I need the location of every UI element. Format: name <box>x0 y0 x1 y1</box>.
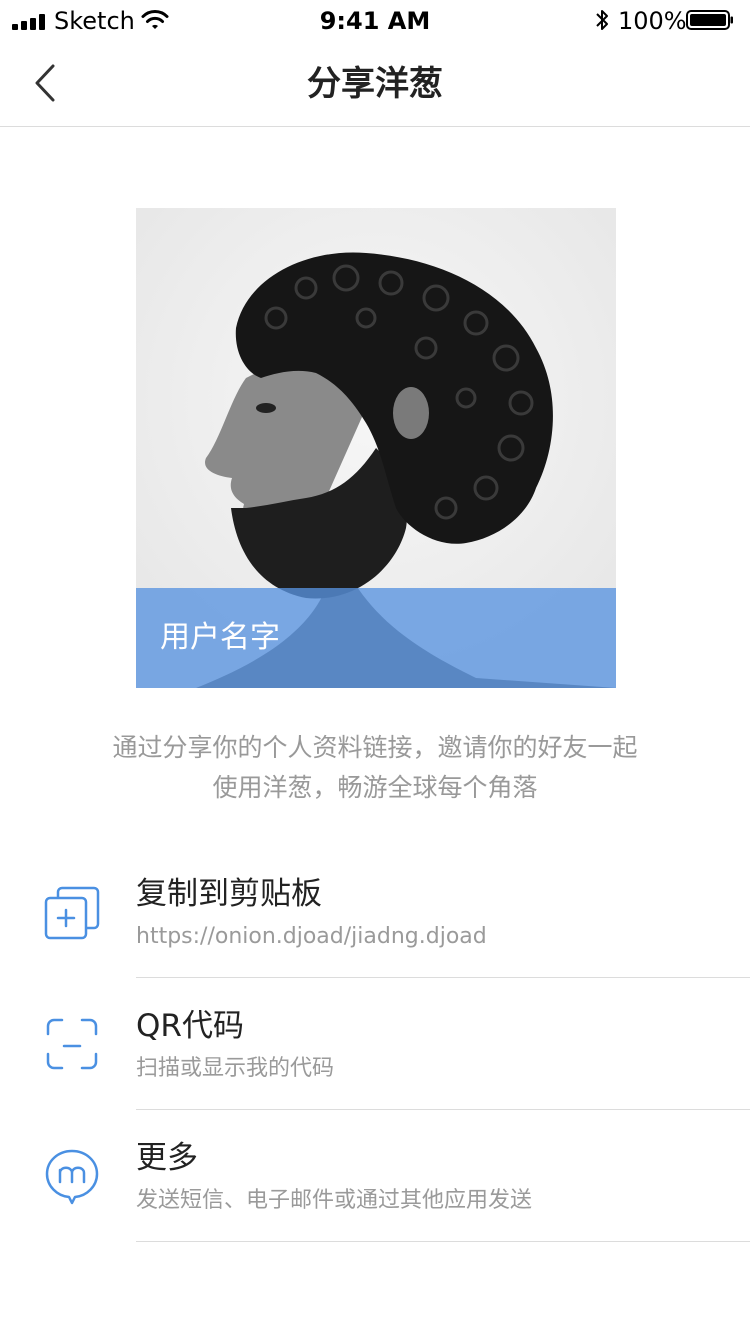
share-description: 通过分享你的个人资料链接，邀请你的好友一起 使用洋葱，畅游全球每个角落 <box>60 728 690 808</box>
description-line-2: 使用洋葱，畅游全球每个角落 <box>212 773 538 802</box>
status-bar: Sketch 9:41 AM 100% <box>0 0 750 40</box>
option-more[interactable]: 更多 发送短信、电子邮件或通过其他应用发送 <box>0 1110 750 1242</box>
share-options-list: 复制到剪贴板 https://onion.djoad/jiadng.djoad … <box>0 846 750 1242</box>
qr-scan-icon <box>46 1018 98 1070</box>
page-title: 分享洋葱 <box>307 64 443 104</box>
option-title: QR代码 <box>136 1008 244 1044</box>
bluetooth-icon <box>596 10 608 30</box>
battery-percentage: 100% <box>618 7 687 35</box>
copy-icon <box>44 886 100 940</box>
option-title: 复制到剪贴板 <box>136 876 322 912</box>
user-name: 用户名字 <box>160 620 280 655</box>
profile-card: 用户名字 <box>136 208 616 688</box>
option-copy-to-clipboard[interactable]: 复制到剪贴板 https://onion.djoad/jiadng.djoad <box>0 846 750 978</box>
option-title: 更多 <box>136 1140 198 1176</box>
description-line-1: 通过分享你的个人资料链接，邀请你的好友一起 <box>112 733 638 762</box>
option-qr-code[interactable]: QR代码 扫描或显示我的代码 <box>0 978 750 1110</box>
option-subtitle: https://onion.djoad/jiadng.djoad <box>136 924 487 949</box>
battery-icon <box>686 10 733 30</box>
navigation-bar: 分享洋葱 <box>0 40 750 127</box>
message-m-icon <box>45 1149 99 1205</box>
divider <box>136 1241 750 1242</box>
option-subtitle: 发送短信、电子邮件或通过其他应用发送 <box>136 1188 533 1213</box>
option-subtitle: 扫描或显示我的代码 <box>136 1056 335 1081</box>
name-overlay: 用户名字 <box>136 588 616 688</box>
